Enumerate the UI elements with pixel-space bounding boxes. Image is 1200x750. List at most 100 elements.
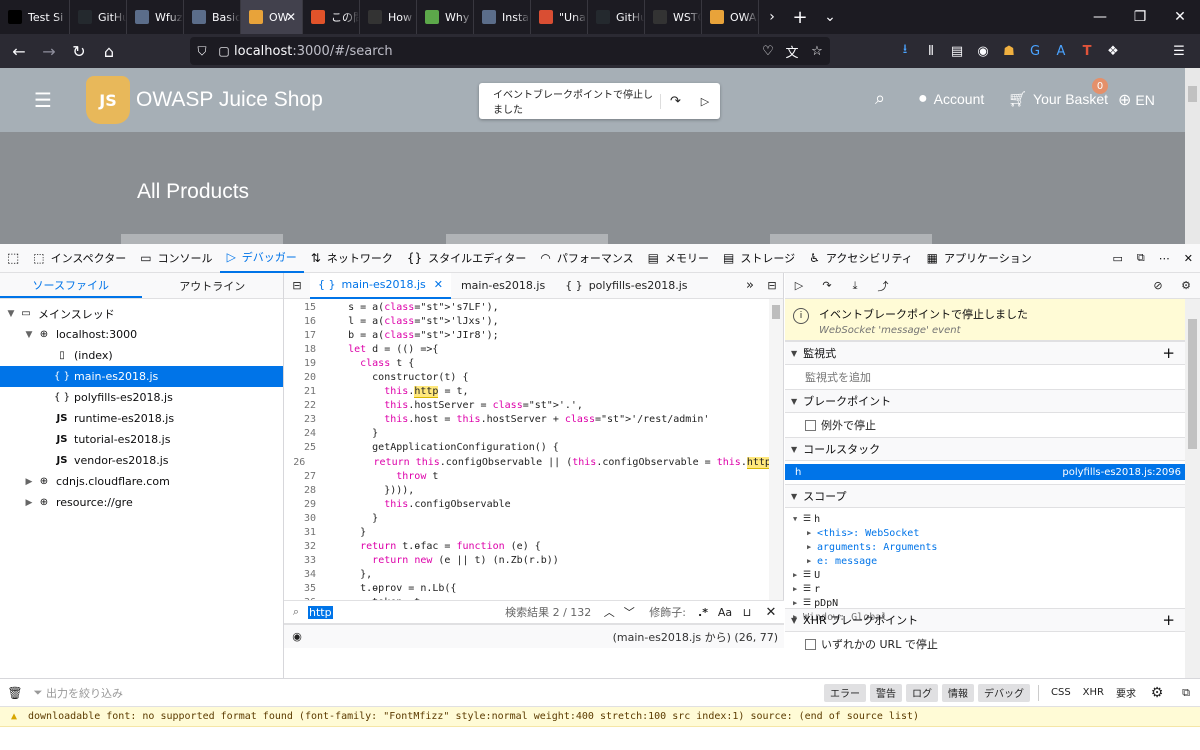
responsive-design-icon[interactable]: ▭ — [1106, 244, 1130, 273]
source-tree-item[interactable]: ▶ ⊕ cdnjs.cloudflare.com — [0, 471, 283, 492]
code-line[interactable]: 33 return new (e || t) (n.Zb(r.b)) — [284, 554, 783, 568]
search-input[interactable]: http — [308, 605, 333, 619]
add-watch-icon[interactable]: + — [1162, 344, 1175, 362]
line-number[interactable]: 29 — [284, 498, 320, 512]
code-line[interactable]: 19 class t { — [284, 357, 783, 371]
reload-button[interactable]: ↻ — [64, 36, 94, 66]
more-options-icon[interactable]: ⋯ — [1152, 244, 1177, 273]
console-extra-filter[interactable]: 要求 — [1116, 685, 1136, 700]
close-devtools-icon[interactable]: ✕ — [1177, 244, 1200, 273]
dock-icon[interactable]: ⧉ — [1130, 244, 1152, 273]
sidebar-icon[interactable]: ▤ — [946, 40, 968, 62]
split-console-icon[interactable]: ⧉ — [1172, 686, 1200, 700]
downloads-icon[interactable]: ⭳ — [894, 40, 916, 62]
line-number[interactable]: 19 — [284, 357, 320, 371]
menu-icon[interactable]: ☰ — [1168, 40, 1190, 62]
source-tree-item[interactable]: JS tutorial-es2018.js — [0, 429, 283, 450]
close-tab-icon[interactable]: ✕ — [434, 278, 443, 291]
scope-item[interactable]: ▼ ☰ h — [785, 512, 1185, 526]
step-over-icon[interactable]: ↷ — [660, 93, 690, 109]
settings-gear-icon[interactable]: ⚙ — [1172, 279, 1200, 292]
scope-item[interactable]: ▶ ☰ r — [785, 582, 1185, 596]
expand-arrow-icon[interactable]: ▶ — [807, 557, 817, 565]
watch-add-input[interactable]: 監視式を追加 — [785, 365, 1185, 389]
line-number[interactable]: 24 — [284, 427, 320, 441]
line-number[interactable]: 28 — [284, 484, 320, 498]
code-line[interactable]: 26 return this.configObservable || (this… — [284, 456, 783, 470]
account-icon[interactable]: ◉ — [972, 40, 994, 62]
browser-tab[interactable]: "Unab — [531, 0, 588, 34]
browser-tab[interactable]: Install — [474, 0, 531, 34]
extension-local-icon[interactable]: ☗ — [998, 40, 1020, 62]
page-icon[interactable]: ▢ — [214, 44, 234, 58]
expand-arrow-icon[interactable]: ▶ — [807, 529, 817, 537]
source-tree-item[interactable]: { } polyfills-es2018.js — [0, 387, 283, 408]
juice-shop-logo[interactable]: JS — [86, 76, 130, 124]
line-number[interactable]: 20 — [284, 371, 320, 385]
source-tree-item[interactable]: { } main-es2018.js — [0, 366, 283, 387]
add-xhr-icon[interactable]: + — [1162, 611, 1175, 629]
tab-style[interactable]: {} スタイルエディター — [400, 244, 534, 273]
editor-tab[interactable]: { } polyfills-es2018.js — [555, 279, 697, 292]
callstack-header[interactable]: ▼ コールスタック — [785, 437, 1185, 461]
console-extra-filter[interactable]: CSS — [1051, 687, 1071, 698]
product-card[interactable] — [446, 234, 608, 244]
step-out-icon[interactable]: ⤴ — [869, 278, 897, 294]
browser-tab[interactable]: OW ✕ — [241, 0, 303, 34]
line-number[interactable]: 27 — [284, 470, 320, 484]
tab-application[interactable]: ▦ アプリケーション — [920, 244, 1039, 273]
app-title[interactable]: OWASP Juice Shop — [136, 88, 323, 112]
tab-storage[interactable]: ▤ ストレージ — [716, 244, 802, 273]
search-icon[interactable]: ⌕ — [875, 88, 885, 109]
bookmark-star-icon[interactable]: ☆ — [804, 44, 830, 59]
console-filter-button[interactable]: 警告 — [869, 683, 902, 702]
element-picker-icon[interactable]: ⬚ — [0, 244, 26, 273]
extension-translate-icon[interactable]: G — [1024, 40, 1046, 62]
browser-tab[interactable]: OWAS — [702, 0, 759, 34]
line-number[interactable]: 32 — [284, 540, 320, 554]
xhr-header[interactable]: ▼ XHR ブレークポイント + — [785, 608, 1185, 632]
line-number[interactable]: 23 — [284, 413, 320, 427]
line-number[interactable]: 17 — [284, 329, 320, 343]
browser-tab[interactable]: この問 — [303, 0, 360, 34]
code-line[interactable]: 32 return t.ɵfac = function (e) { — [284, 540, 783, 554]
tab-performance[interactable]: ◠ パフォーマンス — [533, 244, 640, 273]
basket-button[interactable]: 🛒︎ Your Basket — [1008, 90, 1108, 108]
restore-button[interactable]: ❐ — [1120, 0, 1160, 34]
close-search-icon[interactable]: ✕ — [758, 605, 784, 620]
console-settings-icon[interactable]: ⚙ — [1142, 685, 1172, 701]
line-number[interactable]: 15 — [284, 301, 320, 315]
step-in-icon[interactable]: ⤓ — [841, 279, 869, 293]
browser-tab[interactable]: WSTG — [645, 0, 702, 34]
code-line[interactable]: 16 l = a(class="st">'lJxs'), — [284, 315, 783, 329]
code-line[interactable]: 27 throw t — [284, 470, 783, 484]
console-filter-input[interactable]: 出力を絞り込み — [46, 685, 822, 701]
line-number[interactable]: 22 — [284, 399, 320, 413]
step-over-icon[interactable]: ↷ — [813, 279, 841, 292]
console-filter-button[interactable]: 情報 — [941, 683, 974, 702]
console-extra-filter[interactable]: XHR — [1083, 687, 1104, 698]
scope-item[interactable]: ▶ e: message — [785, 554, 1185, 568]
deactivate-breakpoints-icon[interactable]: ⊘ — [1144, 279, 1172, 292]
expand-arrow-icon[interactable]: ▼ — [793, 515, 803, 523]
code-scrollbar[interactable] — [769, 299, 783, 626]
expand-arrow-icon[interactable]: ▶ — [22, 498, 36, 508]
xhr-any-checkbox[interactable] — [805, 638, 816, 650]
trash-icon[interactable]: 🗑︎ — [0, 686, 30, 700]
tab-network[interactable]: ⇅ ネットワーク — [304, 244, 400, 273]
scopes-header[interactable]: ▼ スコープ — [785, 484, 1185, 508]
close-tab-icon[interactable]: ✕ — [286, 10, 296, 24]
code-line[interactable]: 28 }))), — [284, 484, 783, 498]
tab-sources[interactable]: ソースファイル — [0, 273, 142, 298]
product-card[interactable] — [770, 234, 932, 244]
code-line[interactable]: 35 t.ɵprov = n.Lb({ — [284, 582, 783, 596]
code-line[interactable]: 34 }, — [284, 568, 783, 582]
tab-accessibility[interactable]: ♿ アクセシビリティ — [802, 244, 920, 273]
breakpoints-header[interactable]: ▼ ブレークポイント — [785, 389, 1185, 413]
expand-arrow-icon[interactable]: ▶ — [793, 599, 803, 607]
expand-arrow-icon[interactable]: ▶ — [22, 477, 36, 487]
console-filter-button[interactable]: エラー — [823, 683, 866, 702]
expand-arrow-icon[interactable]: ▶ — [793, 585, 803, 593]
browser-tab[interactable]: GitHub — [70, 0, 127, 34]
console-filter-button[interactable]: デバッグ — [977, 683, 1030, 702]
